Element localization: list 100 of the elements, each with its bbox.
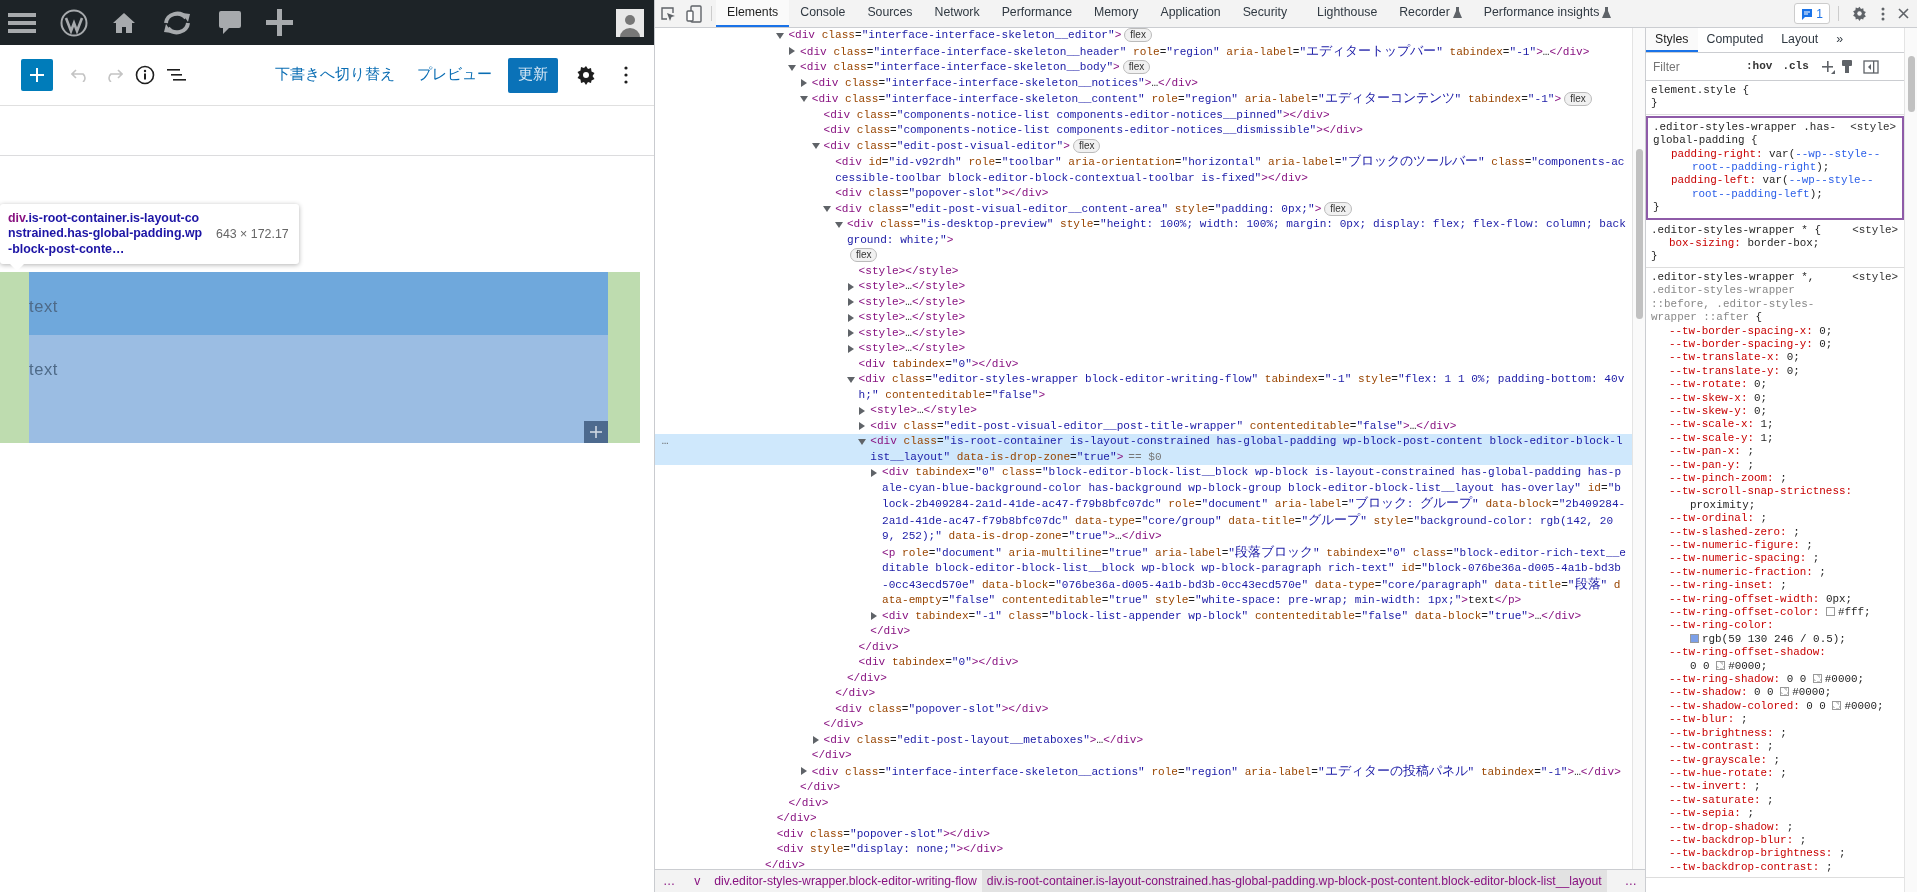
- disclosure-triangle-icon[interactable]: [846, 375, 855, 384]
- color-swatch[interactable]: [1825, 607, 1835, 617]
- disclosure-triangle-icon[interactable]: [846, 329, 855, 338]
- devtools-tab[interactable]: Performance insights: [1472, 0, 1623, 27]
- source-link[interactable]: <style>: [1852, 270, 1898, 285]
- layout-badge[interactable]: flex: [849, 248, 878, 262]
- devtools-tab[interactable]: Security: [1231, 0, 1299, 27]
- header-link[interactable]: 下書きへ切り替え: [275, 64, 395, 86]
- disclosure-triangle-icon[interactable]: [788, 47, 797, 56]
- devtools-tab[interactable]: Lighthouse: [1306, 0, 1389, 27]
- more-tabs-button[interactable]: »: [1827, 28, 1852, 52]
- comment-icon[interactable]: [218, 9, 242, 36]
- disclosure-triangle-icon[interactable]: [846, 344, 855, 353]
- code-line: <div tabindex="0" class="block-editor-block-list__block wp-block is-layout-constrained has-global-padding has-pale-cyan-blue-background-color has-background wp-block-group block-editor-block-list__layout has-overlay" id="block-2b409284-2a1d-41de-ac47-f79b8bfc07dc" role="document" aria-label="ブロック: グループ" data-block="2b409284-2a1d-41de-ac47-f79b8bfc07dc" data-type="core/group" data-title="グループ" style="background-color: rgb(142, 209, 252);" data-is-drop-zone="true">…</div>: [882, 466, 1626, 542]
- sidebar-tab[interactable]: Computed: [1697, 28, 1773, 52]
- sidebar-toggle-icon[interactable]: [1862, 59, 1879, 74]
- code-line: <div class="is-desktop-preview" style="height: 100%; width: 100%; margin: 0px; display: flex; flex-flow: column; background: white;">: [846, 217, 1626, 248]
- devtools-tab[interactable]: Memory: [1083, 0, 1150, 27]
- device-toolbar-icon[interactable]: [686, 4, 702, 23]
- header-link[interactable]: プレビュー: [417, 64, 492, 86]
- property-value: #0000;: [1844, 699, 1884, 712]
- plus-icon[interactable]: [266, 9, 293, 36]
- devtools-tab[interactable]: Application: [1149, 0, 1232, 27]
- devtools-tab[interactable]: Performance: [990, 0, 1084, 27]
- disclosure-triangle-icon[interactable]: [846, 298, 855, 307]
- disclosure-triangle-icon[interactable]: [858, 422, 867, 431]
- source-link[interactable]: <style>: [1850, 120, 1896, 135]
- filter-toggle-button[interactable]: :hov: [1744, 58, 1775, 75]
- devtools-tab[interactable]: Elements: [716, 0, 790, 27]
- settings-icon[interactable]: [1852, 6, 1867, 21]
- scrollbar[interactable]: [1904, 28, 1917, 892]
- add-block-button[interactable]: [21, 59, 53, 91]
- devtools-tab[interactable]: Console: [789, 0, 857, 27]
- css-declaration: --tw-saturate: ;: [1668, 793, 1775, 808]
- scrollbar[interactable]: [1632, 28, 1645, 869]
- disclosure-triangle-icon[interactable]: [858, 437, 867, 446]
- disclosure-triangle-icon[interactable]: [799, 94, 808, 103]
- sidebar-tab[interactable]: Layout: [1772, 28, 1828, 52]
- disclosure-triangle-icon[interactable]: [799, 767, 808, 776]
- disclosure-triangle-icon[interactable]: [846, 313, 855, 322]
- devtools-tab[interactable]: Recorder: [1388, 0, 1473, 27]
- layout-badge[interactable]: flex: [1564, 92, 1592, 106]
- color-swatch[interactable]: [1832, 700, 1842, 710]
- more-options-icon[interactable]: [1881, 6, 1885, 21]
- code-line: <div class="components-notice-list components-editor-notices__dismissible"></div>: [823, 124, 1363, 136]
- disclosure-triangle-icon[interactable]: [811, 736, 820, 745]
- devtools-tab[interactable]: Network: [923, 0, 991, 27]
- rule-brace: }: [1653, 201, 1661, 215]
- disclosure-triangle-icon[interactable]: [834, 220, 843, 229]
- code-line: <div class="edit-post-layout__metaboxes">…</div>: [823, 733, 1144, 746]
- info-button[interactable]: [133, 63, 157, 87]
- css-declaration: padding-left: var(--wp--style--root--padding-left);: [1670, 174, 1875, 202]
- avatar-icon[interactable]: [616, 8, 644, 37]
- more-actions-button[interactable]: …: [661, 435, 669, 447]
- code-line: <div class="editor-styles-wrapper block-editor-writing-flow" tabindex="-1" style="flex: 1 1 0%; padding-bottom: 40vh;" contenteditable="false">: [858, 373, 1625, 401]
- css-declaration: --tw-blur: ;: [1668, 713, 1749, 727]
- layout-badge[interactable]: flex: [1124, 28, 1152, 42]
- color-swatch[interactable]: [1812, 674, 1822, 684]
- disclosure-triangle-icon[interactable]: [846, 282, 855, 291]
- inspect-icon[interactable]: [660, 5, 676, 22]
- disclosure-triangle-icon[interactable]: [811, 142, 820, 151]
- layout-badge[interactable]: flex: [1122, 60, 1151, 74]
- menu-icon[interactable]: [8, 11, 36, 34]
- layout-badge[interactable]: flex: [1072, 138, 1101, 153]
- code-line: </div>: [858, 640, 899, 653]
- color-swatch[interactable]: [1716, 660, 1726, 670]
- selected-row[interactable]: … <div class="is-root-container is-layout-constrained has-global-padding wp-block-post-content block-editor-block-list__layout" data-is-drop-zone="true"> == $0: [655, 434, 1632, 465]
- plus-icon[interactable]: [1820, 59, 1835, 74]
- paint-roller-icon[interactable]: [1840, 59, 1853, 74]
- disclosure-triangle-icon[interactable]: [858, 406, 867, 415]
- disclosure-triangle-icon[interactable]: [776, 31, 785, 40]
- breadcrumb-item[interactable]: div.is-root-container.is-layout-constrained.has-global-padding.wp-block-post-content.block-editor-block-list__layout: [981, 870, 1607, 892]
- issues-button[interactable]: 1: [1794, 3, 1830, 24]
- sidebar-tab[interactable]: Styles: [1646, 28, 1698, 52]
- property-name: --tw-ring-offset-color:: [1669, 606, 1820, 619]
- update-button[interactable]: 更新: [508, 57, 558, 93]
- color-swatch[interactable]: [1780, 687, 1790, 697]
- css-declaration: --tw-scroll-snap-strictness: proximity;: [1668, 485, 1853, 513]
- property-name: --tw-shadow:: [1669, 686, 1748, 699]
- disclosure-triangle-icon[interactable]: [788, 63, 797, 72]
- code-line: <style>…</style>: [858, 342, 966, 354]
- code-line: <div tabindex="0"></div>: [858, 357, 1019, 370]
- disclosure-triangle-icon[interactable]: [823, 205, 832, 214]
- breadcrumb-item[interactable]: div.editor-styles-wrapper.block-editor-writing-flow: [709, 870, 982, 892]
- wordpress-logo-icon[interactable]: [60, 8, 88, 37]
- css-declaration: --tw-skew-x: 0;: [1668, 391, 1769, 405]
- source-link[interactable]: <style>: [1852, 223, 1898, 238]
- filter-toggle-button[interactable]: .cls: [1780, 58, 1811, 75]
- disclosure-triangle-icon[interactable]: [870, 612, 878, 621]
- close-icon[interactable]: [1898, 8, 1909, 19]
- css-declaration: --tw-numeric-spacing: ;: [1668, 552, 1821, 566]
- add-block-button[interactable]: [584, 421, 608, 443]
- css-declaration: --tw-rotate: 0;: [1668, 378, 1769, 392]
- home-icon[interactable]: [112, 10, 136, 35]
- disclosure-triangle-icon[interactable]: [870, 468, 878, 477]
- layout-badge[interactable]: flex: [1324, 201, 1352, 216]
- disclosure-triangle-icon[interactable]: [799, 79, 808, 88]
- devtools-tab[interactable]: Sources: [856, 0, 924, 27]
- color-swatch[interactable]: [1690, 633, 1699, 643]
- breadcrumb-item[interactable]: v: [689, 870, 706, 892]
